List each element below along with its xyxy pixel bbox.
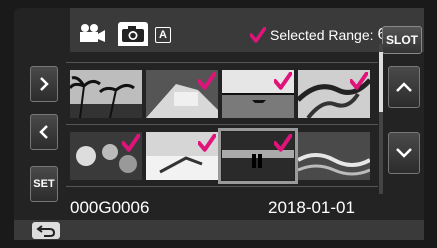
thumbnail-flowers[interactable] xyxy=(70,132,142,180)
video-camera-icon xyxy=(80,24,105,42)
tab-auto[interactable]: A xyxy=(154,22,172,48)
checkmark-icon xyxy=(274,72,292,90)
tab-photo[interactable] xyxy=(118,22,148,46)
file-name: 000G0006 xyxy=(70,198,150,217)
scroll-down-button[interactable] xyxy=(388,132,420,174)
grid-divider xyxy=(66,62,378,63)
return-arrow-icon xyxy=(36,224,56,237)
checkmark-icon xyxy=(274,134,292,152)
selected-range-label: Selected Range: xyxy=(270,27,374,43)
next-button[interactable] xyxy=(30,66,58,102)
chevron-down-icon xyxy=(396,148,412,158)
checkmark-icon xyxy=(198,72,216,90)
previous-button[interactable] xyxy=(30,114,58,150)
checkmark-icon xyxy=(198,134,216,152)
chevron-up-icon xyxy=(396,82,412,92)
grid-divider xyxy=(66,124,378,125)
set-button[interactable]: SET xyxy=(30,166,58,202)
thumbnail-couple-at-sunset[interactable] xyxy=(218,128,298,184)
scrollbar-thumb[interactable] xyxy=(379,52,383,112)
footer-bar xyxy=(14,220,424,240)
checkmark-icon xyxy=(350,72,368,90)
auto-icon: A xyxy=(155,27,171,43)
slot-label: SLOT xyxy=(386,33,418,47)
thumbnail-beach-chair[interactable] xyxy=(146,132,218,180)
selected-range: Selected Range: 6 xyxy=(250,24,386,46)
palm-trees-image xyxy=(70,70,142,118)
thumbnail-palm-trees[interactable] xyxy=(70,70,142,118)
scroll-up-button[interactable] xyxy=(388,66,420,108)
checkmark-icon xyxy=(122,134,140,152)
camera-icon xyxy=(122,26,144,42)
thumbnail-waves[interactable] xyxy=(298,132,370,180)
slot-button[interactable]: SLOT xyxy=(382,26,422,54)
file-date: 2018-01-01 xyxy=(268,198,355,217)
checkmark-icon xyxy=(250,27,266,43)
chevron-right-icon xyxy=(40,77,49,91)
chevron-left-icon xyxy=(39,125,48,139)
back-button[interactable] xyxy=(32,222,60,239)
thumbnail-palm-leaves[interactable] xyxy=(298,70,370,118)
tab-video[interactable] xyxy=(76,20,108,46)
thumbnail-boat-at-sea[interactable] xyxy=(222,70,294,118)
set-label: SET xyxy=(33,178,55,190)
grid-divider xyxy=(66,186,378,187)
waves-image xyxy=(298,132,370,180)
thumbnail-person-with-book[interactable] xyxy=(146,70,218,118)
